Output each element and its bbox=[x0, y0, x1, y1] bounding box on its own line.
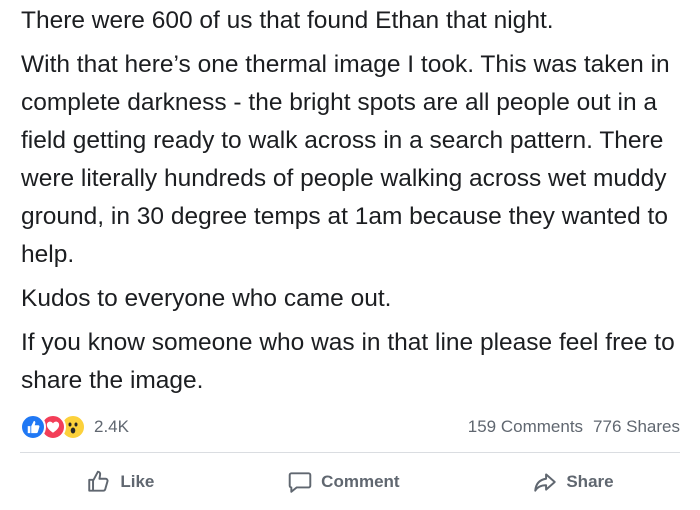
share-button[interactable]: Share bbox=[532, 469, 614, 495]
comment-button[interactable]: Comment bbox=[287, 469, 400, 495]
facebook-post: There were 600 of us that found Ethan th… bbox=[0, 0, 700, 510]
post-paragraph-1: There were 600 of us that found Ethan th… bbox=[21, 7, 554, 34]
post-text: There were 600 of us that found Ethan th… bbox=[21, 2, 686, 406]
share-button-label: Share bbox=[566, 472, 614, 491]
post-paragraph-3: Kudos to everyone who came out. bbox=[21, 285, 392, 312]
like-icon bbox=[20, 414, 46, 440]
engagement-counts: 159 Comments 776 Shares bbox=[468, 417, 680, 437]
reaction-count: 2.4K bbox=[94, 417, 129, 436]
thumbs-up-icon bbox=[88, 470, 109, 492]
comments-count-link[interactable]: 159 Comments bbox=[468, 417, 583, 437]
post-action-bar: Like Comment Share bbox=[20, 460, 680, 504]
like-button[interactable]: Like bbox=[86, 469, 154, 495]
reactions-summary[interactable]: 2.4K bbox=[20, 414, 129, 440]
post-stats: 2.4K 159 Comments 776 Shares bbox=[20, 412, 680, 442]
share-arrow-icon bbox=[534, 473, 557, 492]
action-divider bbox=[20, 452, 680, 453]
comment-icon bbox=[288, 472, 312, 493]
like-button-label: Like bbox=[120, 472, 155, 491]
post-paragraph-4: If you know someone who was in that line… bbox=[21, 329, 675, 394]
shares-count-link[interactable]: 776 Shares bbox=[593, 417, 680, 437]
comment-button-label: Comment bbox=[321, 472, 400, 491]
post-paragraph-2: With that here’s one thermal image I too… bbox=[21, 51, 670, 268]
